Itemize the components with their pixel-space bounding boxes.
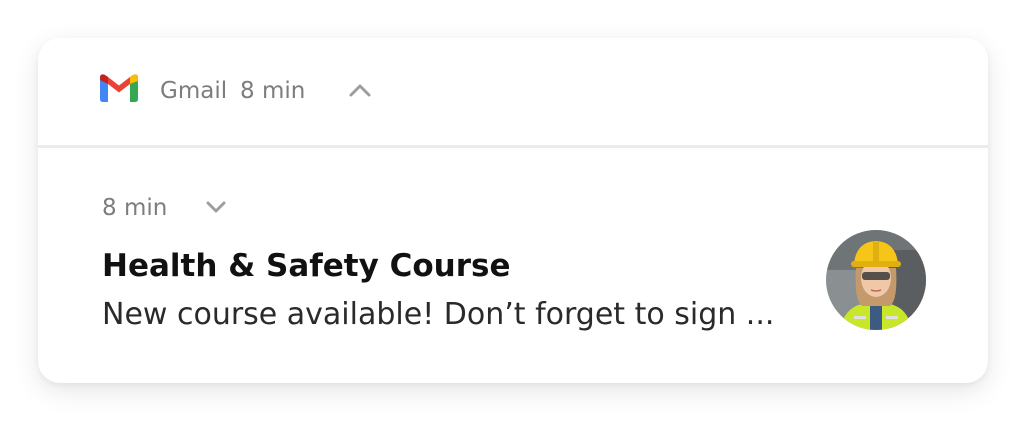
notification-header: Gmail 8 min [38,38,988,145]
chevron-down-icon[interactable] [200,193,234,223]
app-time: 8 min [240,78,306,104]
header-divider [38,145,988,148]
notification-card[interactable]: Gmail 8 min 8 min Health & Safety Course… [38,38,988,383]
message-title: Health & Safety Course [102,248,511,284]
app-name: Gmail [160,78,228,104]
message-body: New course available! Don’t forget to si… [102,297,775,332]
chevron-up-icon[interactable] [344,76,378,106]
avatar[interactable] [826,230,926,330]
message-time: 8 min [102,195,168,221]
gmail-logo-icon [100,74,138,102]
